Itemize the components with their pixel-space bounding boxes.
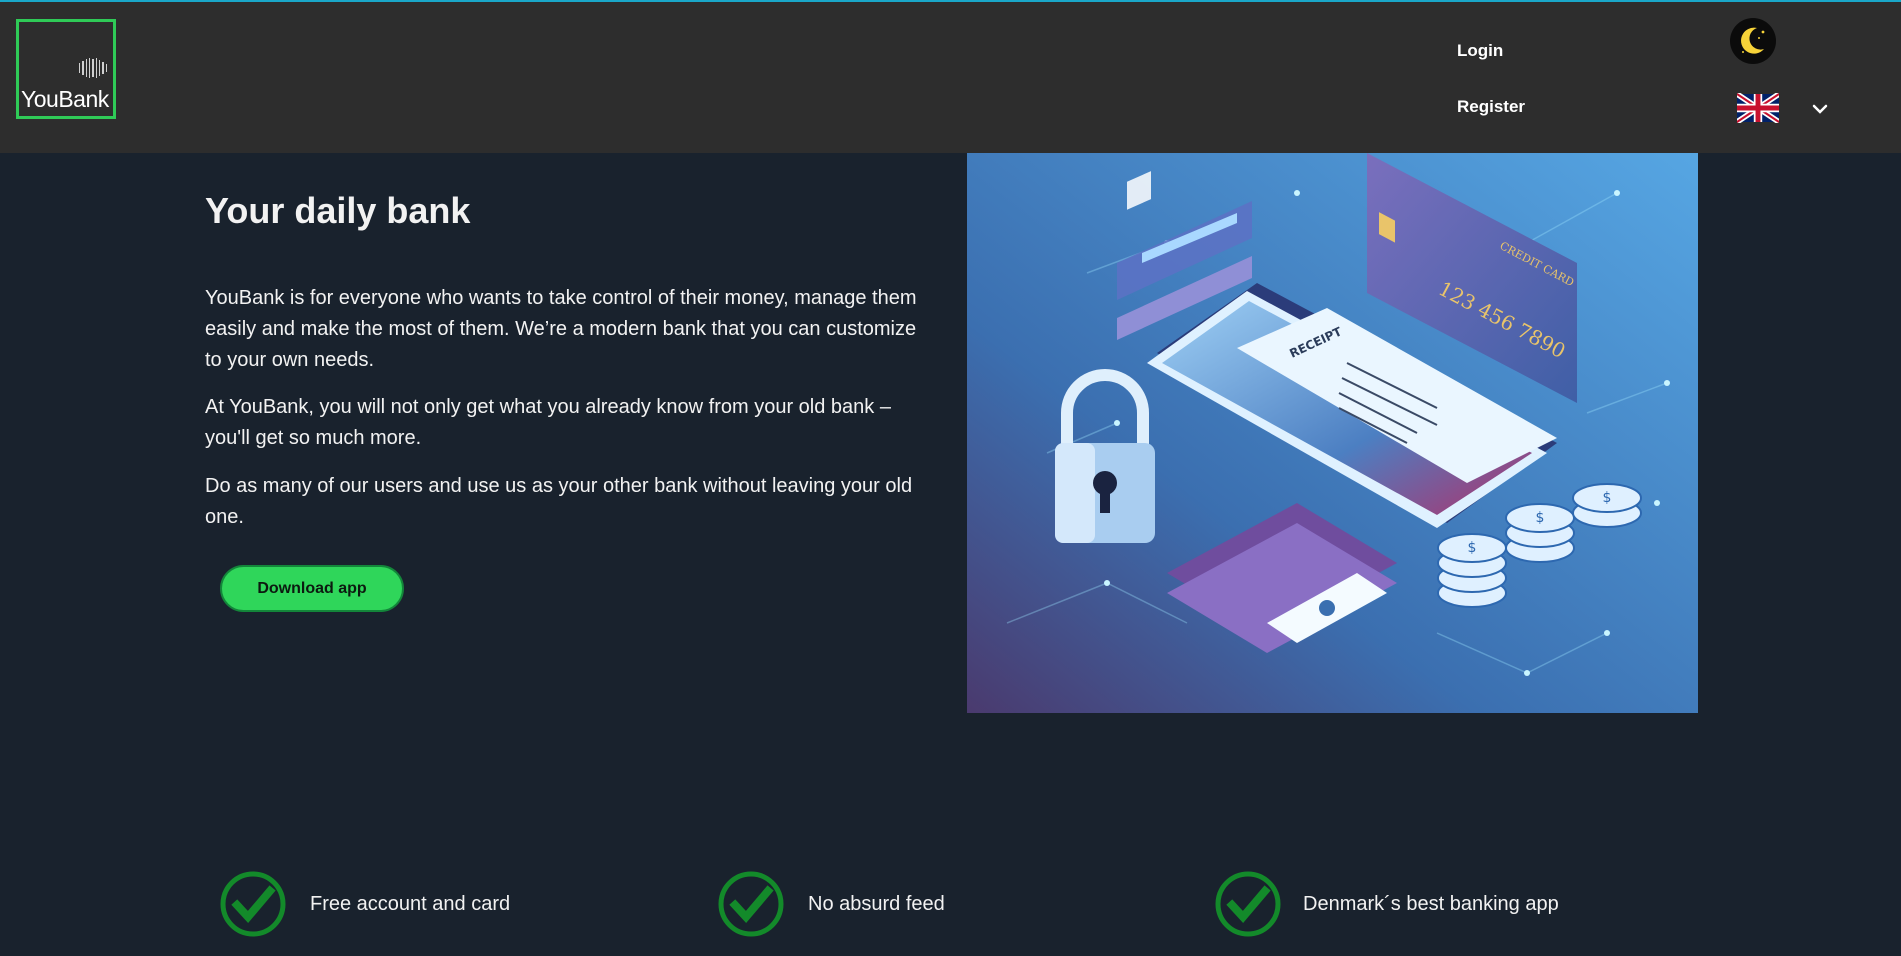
- svg-text:$: $: [1468, 540, 1477, 556]
- svg-text:$: $: [1536, 510, 1545, 526]
- feature-item: Denmark´s best banking app: [1215, 871, 1559, 937]
- svg-text:$: $: [1603, 490, 1612, 506]
- hero-title: Your daily bank: [205, 190, 471, 231]
- hero-paragraph-2: At YouBank, you will not only get what y…: [205, 396, 891, 449]
- moon-icon: [1741, 27, 1765, 54]
- feature-item: Free account and card: [220, 871, 511, 937]
- uk-flag-icon[interactable]: [1735, 91, 1781, 125]
- register-link[interactable]: Register: [1457, 97, 1525, 117]
- download-app-button[interactable]: Download app: [220, 565, 404, 612]
- checkmark-icon: [1215, 871, 1281, 937]
- checkmark-icon: [220, 871, 286, 937]
- login-link[interactable]: Login: [1457, 41, 1503, 61]
- chevron-down-icon[interactable]: [1810, 99, 1830, 119]
- feature-label: Free account and card: [310, 892, 511, 915]
- feature-item: No absurd feed: [718, 871, 945, 937]
- feature-label: No absurd feed: [808, 892, 945, 915]
- checkmark-icon: [718, 871, 784, 937]
- logo-text: YouBank: [21, 86, 109, 112]
- hero-paragraph-1: YouBank is for everyone who wants to tak…: [205, 287, 917, 371]
- sound-wave-icon: [79, 58, 107, 78]
- dark-mode-toggle[interactable]: [1730, 18, 1776, 64]
- site-header: YouBank Login Register: [0, 0, 1901, 153]
- feature-label: Denmark´s best banking app: [1303, 892, 1559, 915]
- youbank-logo[interactable]: YouBank: [16, 19, 116, 119]
- hero-illustration: CREDIT CARD 123 456 7890 RECEIPT $ $ $: [967, 153, 1698, 713]
- hero-paragraph-3: Do as many of our users and use us as yo…: [205, 475, 913, 528]
